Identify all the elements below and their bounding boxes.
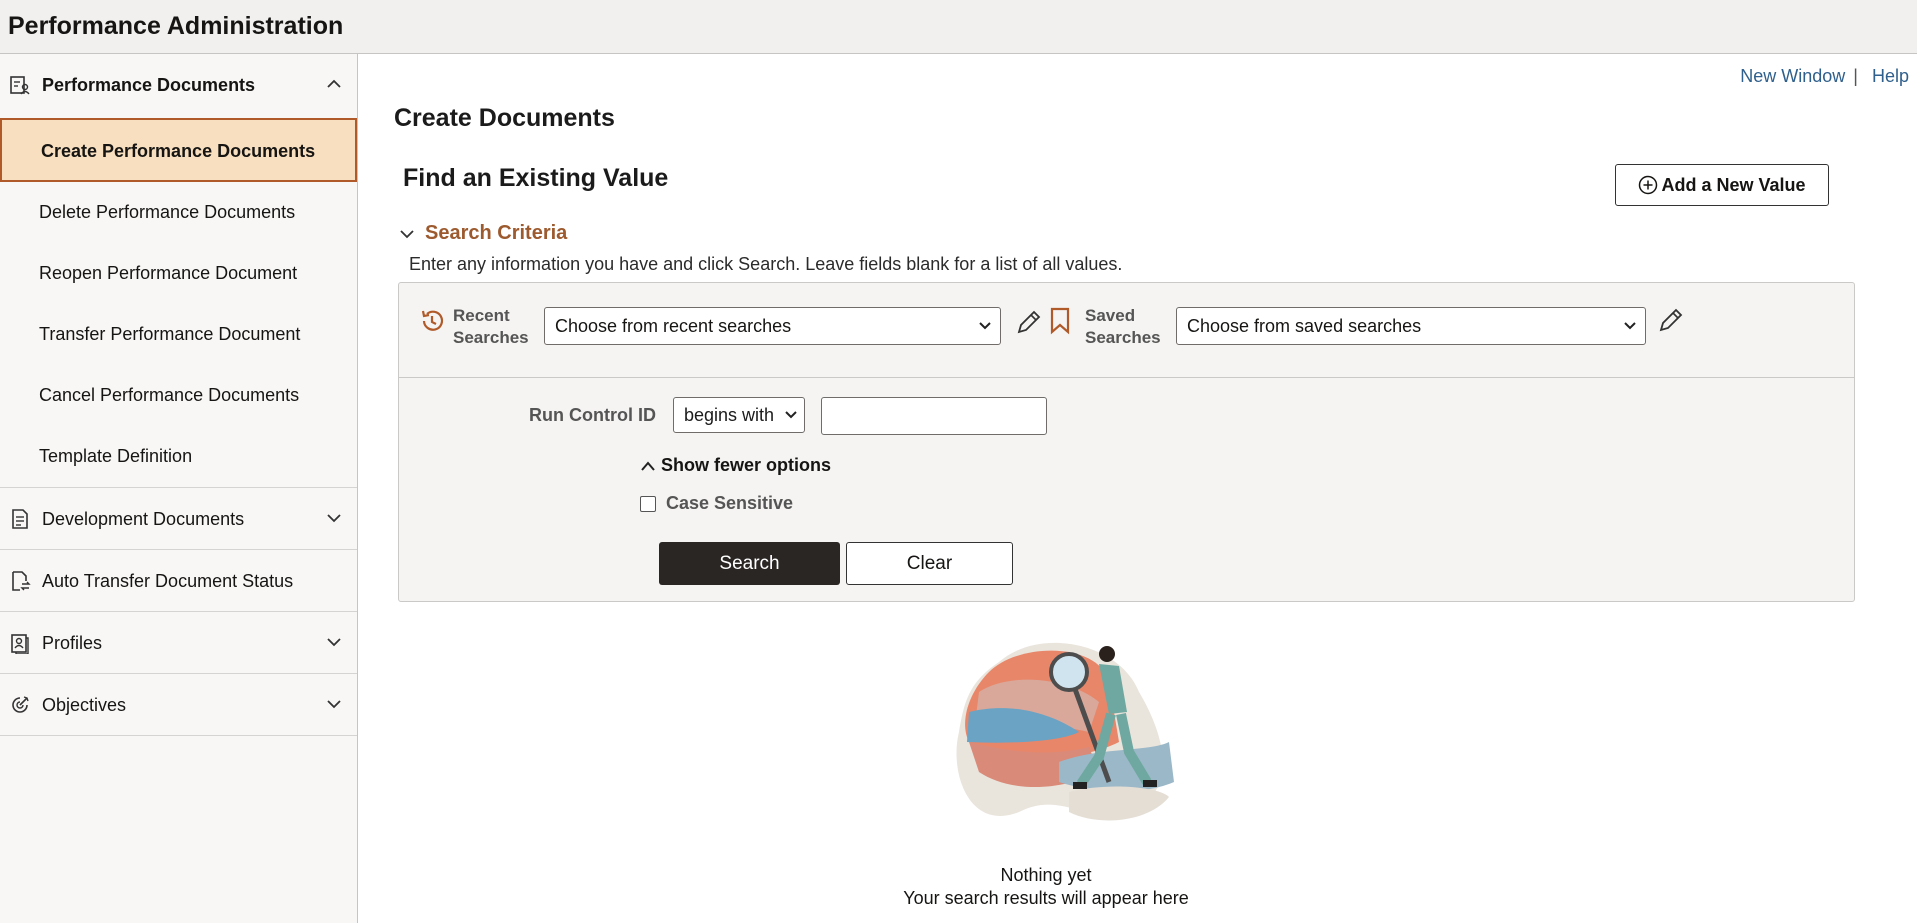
app-header: Performance Administration [0, 0, 1917, 54]
chevron-down-icon [400, 229, 414, 238]
sidebar-group-profiles[interactable]: Profiles [0, 612, 357, 674]
saved-searches-select[interactable]: Choose from saved searches [1176, 307, 1646, 345]
page-title: Create Documents [394, 104, 615, 132]
run-control-id-input[interactable] [821, 397, 1047, 435]
sidebar-item-template-definition[interactable]: Template Definition [0, 426, 357, 487]
recent-label-line2: Searches [453, 328, 529, 347]
sidebar-group-label: Profiles [42, 633, 103, 653]
sidebar: Performance Documents Create Performance… [0, 54, 358, 923]
edit-saved-searches-icon[interactable] [1656, 305, 1686, 335]
performance-documents-icon [10, 76, 30, 95]
show-fewer-options-toggle[interactable]: Show fewer options [639, 455, 831, 476]
profiles-icon [11, 634, 29, 654]
search-instructions: Enter any information you have and click… [409, 254, 1123, 274]
search-criteria-label: Search Criteria [425, 222, 568, 244]
bookmark-icon [1050, 307, 1070, 335]
sidebar-item-label: Create Performance Documents [41, 141, 316, 161]
recent-searches-label: Recent Searches [453, 305, 529, 349]
show-fewer-options-label: Show fewer options [661, 455, 832, 475]
edit-recent-searches-icon[interactable] [1014, 307, 1044, 337]
sidebar-group-label: Development Documents [42, 509, 245, 529]
search-panel: Recent Searches Choose from recent search… [398, 282, 1855, 602]
document-icon [12, 509, 28, 529]
sidebar-group-performance-documents[interactable]: Performance Documents [0, 54, 357, 118]
run-control-operator-select[interactable]: begins with [673, 397, 805, 433]
sidebar-item-cancel-performance-documents[interactable]: Cancel Performance Documents [0, 365, 357, 426]
objectives-icon [12, 696, 29, 713]
case-sensitive-label: Case Sensitive [666, 493, 794, 513]
sidebar-item-label: Delete Performance Documents [39, 202, 296, 222]
sidebar-item-label: Cancel Performance Documents [39, 385, 300, 405]
recent-searches-select[interactable]: Choose from recent searches [544, 307, 1001, 345]
saved-label-line1: Saved [1085, 306, 1136, 325]
sidebar-item-create-performance-documents[interactable]: Create Performance Documents [0, 118, 357, 182]
sidebar-item-label: Template Definition [39, 446, 193, 466]
chevron-down-icon [979, 322, 991, 330]
chevron-down-icon [785, 411, 797, 419]
add-circle-icon [1639, 175, 1658, 195]
saved-searches-value: Choose from saved searches [1187, 315, 1422, 336]
add-new-value-label: Add a New Value [1661, 174, 1806, 195]
saved-searches-label: Saved Searches [1085, 305, 1161, 349]
saved-searches-row: Recent Searches Choose from recent search… [399, 283, 1854, 378]
operator-value: begins with [684, 404, 775, 425]
chevron-down-icon [1624, 322, 1636, 330]
sidebar-item-transfer-performance-document[interactable]: Transfer Performance Document [0, 304, 357, 365]
clear-button[interactable]: Clear [846, 542, 1013, 585]
chevron-up-icon [641, 460, 655, 471]
chevron-up-icon[interactable] [325, 77, 343, 91]
run-control-id-label: Run Control ID [529, 405, 656, 425]
empty-state-subtitle: Your search results will appear here [903, 888, 1189, 908]
add-new-value-button[interactable]: Add a New Value [1615, 164, 1829, 206]
chevron-down-icon[interactable] [325, 697, 343, 711]
empty-state-title: Nothing yet [1000, 865, 1092, 885]
empty-state-illustration [956, 642, 1174, 821]
sidebar-group-label: Auto Transfer Document Status [42, 571, 294, 591]
main-content: New Window | Help Create Documents Find an… [359, 54, 1917, 923]
sidebar-group-objectives[interactable]: Objectives [0, 674, 357, 736]
header-links: New Window | Help [1740, 66, 1909, 87]
sidebar-item-label: Reopen Performance Document [39, 263, 298, 283]
search-button[interactable]: Search [659, 542, 840, 585]
chevron-down-icon[interactable] [325, 635, 343, 649]
sidebar-group-label: Performance Documents [42, 75, 256, 95]
sidebar-group-development-documents[interactable]: Development Documents [0, 488, 357, 550]
sidebar-subitems: Create Performance Documents Delete Perf… [0, 118, 357, 488]
new-window-link[interactable]: New Window [1740, 66, 1845, 86]
app-title: Performance Administration [8, 12, 344, 40]
chevron-down-icon[interactable] [325, 511, 343, 525]
history-icon [421, 310, 444, 331]
search-criteria-toggle[interactable]: Search Criteria [399, 222, 567, 245]
saved-label-line2: Searches [1085, 328, 1161, 347]
recent-searches-value: Choose from recent searches [555, 315, 792, 336]
recent-label-line1: Recent [453, 306, 510, 325]
sidebar-item-label: Transfer Performance Document [39, 324, 301, 344]
sidebar-item-delete-performance-documents[interactable]: Delete Performance Documents [0, 182, 357, 243]
case-sensitive-checkbox[interactable] [640, 495, 656, 512]
link-separator: | [1853, 66, 1858, 86]
case-sensitive-option[interactable]: Case Sensitive [640, 493, 793, 514]
find-existing-heading: Find an Existing Value [403, 164, 669, 192]
sidebar-item-reopen-performance-document[interactable]: Reopen Performance Document [0, 243, 357, 304]
help-link[interactable]: Help [1872, 66, 1909, 86]
sidebar-group-auto-transfer-document-status[interactable]: Auto Transfer Document Status [0, 550, 357, 612]
sidebar-group-label: Objectives [42, 695, 127, 715]
transfer-document-icon [12, 571, 31, 591]
